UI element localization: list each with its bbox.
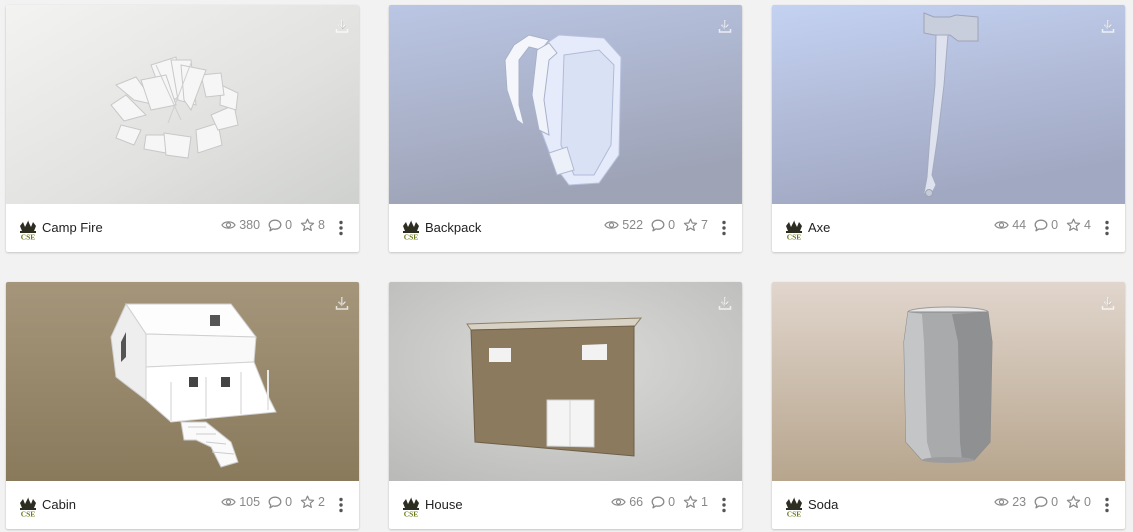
comment-icon [1034, 496, 1048, 509]
avatar[interactable] [17, 496, 39, 518]
views-count: 66 [611, 495, 643, 509]
download-icon[interactable] [333, 294, 351, 312]
star-icon[interactable] [300, 495, 315, 509]
comment-icon [268, 219, 282, 232]
more-vertical-icon[interactable] [336, 219, 346, 237]
model-thumbnail[interactable] [772, 5, 1125, 204]
star-icon[interactable] [683, 218, 698, 232]
eye-icon [611, 496, 626, 508]
comments-count: 0 [651, 218, 675, 232]
comments-count: 0 [1034, 495, 1058, 509]
model-title[interactable]: Cabin [42, 497, 76, 512]
model-card[interactable]: Axe 44 0 4 [772, 5, 1125, 252]
model-stats: 66 0 1 [603, 495, 708, 509]
comment-icon [1034, 219, 1048, 232]
model-thumbnail[interactable] [6, 282, 359, 481]
likes-count[interactable]: 8 [300, 218, 325, 232]
star-icon[interactable] [1066, 495, 1081, 509]
avatar[interactable] [400, 496, 422, 518]
views-count: 44 [994, 218, 1026, 232]
comments-count: 0 [651, 495, 675, 509]
download-icon[interactable] [333, 17, 351, 35]
views-count: 23 [994, 495, 1026, 509]
download-icon[interactable] [1099, 17, 1117, 35]
model-stats: 522 0 7 [596, 218, 708, 232]
views-count: 380 [221, 218, 260, 232]
views-count: 105 [221, 495, 260, 509]
model-stats: 44 0 4 [986, 218, 1091, 232]
eye-icon [994, 496, 1009, 508]
model-card[interactable]: Soda 23 0 0 [772, 282, 1125, 529]
comment-icon [651, 219, 665, 232]
model-title[interactable]: Soda [808, 497, 838, 512]
model-card[interactable]: House 66 0 1 [389, 282, 742, 529]
likes-count[interactable]: 7 [683, 218, 708, 232]
star-icon[interactable] [1066, 218, 1081, 232]
comments-count: 0 [268, 218, 292, 232]
model-title[interactable]: Backpack [425, 220, 481, 235]
comment-icon [651, 496, 665, 509]
eye-icon [604, 219, 619, 231]
comments-count: 0 [1034, 218, 1058, 232]
star-icon[interactable] [683, 495, 698, 509]
download-icon[interactable] [716, 294, 734, 312]
soda-can-render [772, 282, 1125, 481]
star-icon[interactable] [300, 218, 315, 232]
avatar[interactable] [783, 496, 805, 518]
avatar[interactable] [400, 219, 422, 241]
model-stats: 105 0 2 [213, 495, 325, 509]
views-count: 522 [604, 218, 643, 232]
model-card[interactable]: Backpack 522 0 7 [389, 5, 742, 252]
model-thumbnail[interactable] [6, 5, 359, 204]
likes-count[interactable]: 1 [683, 495, 708, 509]
more-vertical-icon[interactable] [1102, 219, 1112, 237]
more-vertical-icon[interactable] [719, 219, 729, 237]
model-card[interactable]: Cabin 105 0 2 [6, 282, 359, 529]
comment-icon [268, 496, 282, 509]
backpack-render [389, 5, 742, 204]
model-thumbnail[interactable] [389, 5, 742, 204]
model-stats: 23 0 0 [986, 495, 1091, 509]
cabin-render [6, 282, 359, 481]
comments-count: 0 [268, 495, 292, 509]
model-title[interactable]: Camp Fire [42, 220, 103, 235]
avatar[interactable] [783, 219, 805, 241]
eye-icon [221, 496, 236, 508]
eye-icon [221, 219, 236, 231]
likes-count[interactable]: 4 [1066, 218, 1091, 232]
download-icon[interactable] [1099, 294, 1117, 312]
download-icon[interactable] [716, 17, 734, 35]
likes-count[interactable]: 2 [300, 495, 325, 509]
model-card[interactable]: Camp Fire 380 0 8 [6, 5, 359, 252]
model-title[interactable]: Axe [808, 220, 830, 235]
avatar[interactable] [17, 219, 39, 241]
more-vertical-icon[interactable] [719, 496, 729, 514]
model-stats: 380 0 8 [213, 218, 325, 232]
model-thumbnail[interactable] [389, 282, 742, 481]
more-vertical-icon[interactable] [1102, 496, 1112, 514]
model-title[interactable]: House [425, 497, 463, 512]
axe-render [772, 5, 1125, 204]
more-vertical-icon[interactable] [336, 496, 346, 514]
campfire-render [6, 5, 359, 204]
likes-count[interactable]: 0 [1066, 495, 1091, 509]
eye-icon [994, 219, 1009, 231]
house-render [389, 282, 742, 481]
model-thumbnail[interactable] [772, 282, 1125, 481]
